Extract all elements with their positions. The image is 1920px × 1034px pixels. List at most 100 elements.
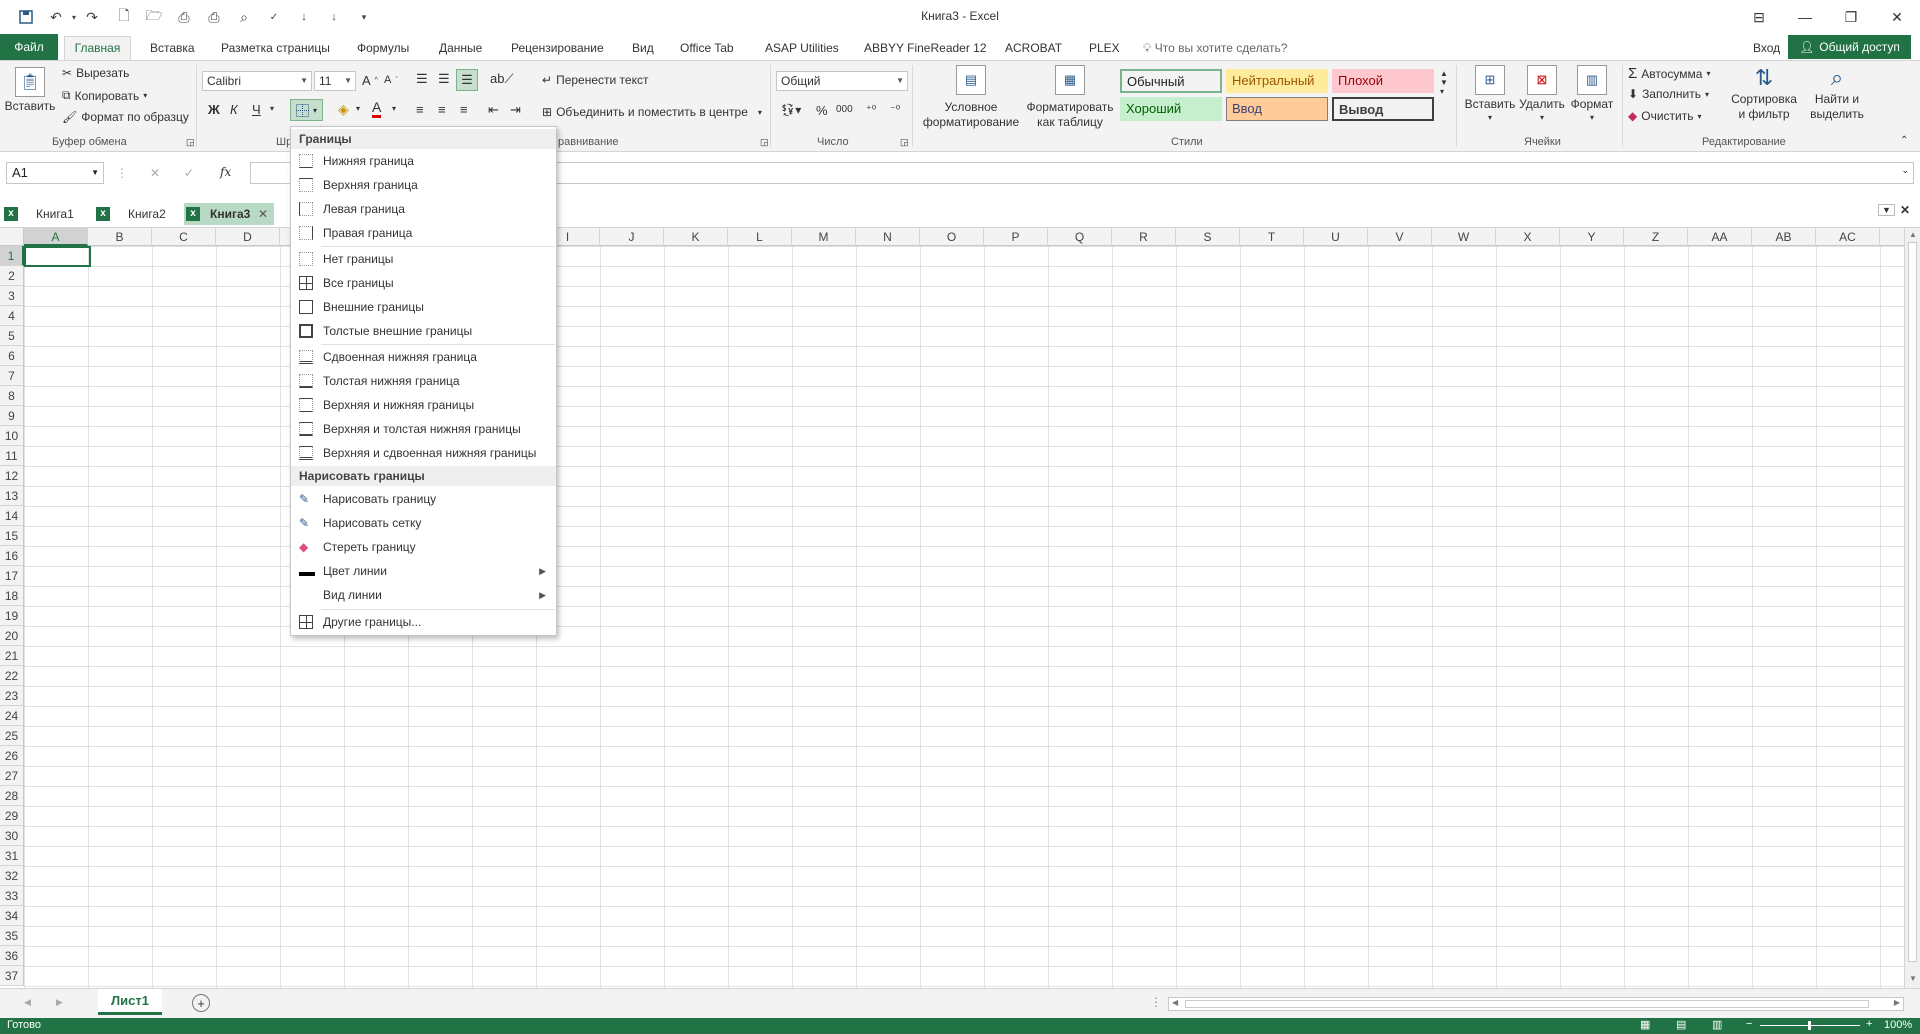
menu-item-line-style[interactable]: Вид линии ▶	[291, 583, 556, 607]
workbook-tab-active[interactable]: x Книга3 ✕	[184, 203, 274, 225]
workbook-tab[interactable]: x Книга2	[94, 203, 182, 225]
align-right-icon[interactable]: ≡	[460, 102, 468, 117]
column-header[interactable]: AC	[1816, 228, 1880, 246]
row-header[interactable]: 22	[0, 666, 24, 686]
row-header[interactable]: 17	[0, 566, 24, 586]
row-header[interactable]: 13	[0, 486, 24, 506]
column-header[interactable]: K	[664, 228, 728, 246]
insert-cells-button[interactable]: ⊞ Вставить ▾	[1465, 65, 1515, 122]
row-header[interactable]: 2	[0, 266, 24, 286]
column-header[interactable]: Q	[1048, 228, 1112, 246]
menu-item-double-bottom-border[interactable]: Сдвоенная нижняя граница	[291, 345, 556, 369]
tab-split-handle-icon[interactable]: ⋮	[1150, 995, 1162, 1009]
hscroll-thumb[interactable]	[1185, 1000, 1869, 1008]
workbook-tab[interactable]: x Книга1	[2, 203, 90, 225]
font-color-dropdown-icon[interactable]: ▾	[392, 104, 396, 113]
align-top-icon[interactable]: ☰	[416, 71, 428, 87]
column-header[interactable]: Y	[1560, 228, 1624, 246]
tab-data[interactable]: Данные	[437, 38, 484, 60]
select-all-corner[interactable]	[0, 228, 24, 246]
dialog-launcher-icon[interactable]: ◲	[760, 137, 769, 148]
thousands-button[interactable]: 000	[836, 104, 853, 115]
expand-formula-icon[interactable]: ⌄	[1901, 165, 1909, 176]
row-header[interactable]: 25	[0, 726, 24, 746]
column-header[interactable]: T	[1240, 228, 1304, 246]
row-header[interactable]: 26	[0, 746, 24, 766]
add-sheet-icon[interactable]: +	[192, 994, 210, 1012]
column-header[interactable]: N	[856, 228, 920, 246]
ribbon-display-icon[interactable]: ⊟	[1736, 4, 1782, 30]
menu-item-erase-border[interactable]: ◆ Стереть границу	[291, 535, 556, 559]
format-as-table-button[interactable]: ▦ Форматировать как таблицу	[1024, 65, 1116, 129]
increase-indent-icon[interactable]: ⇥	[510, 102, 521, 118]
menu-item-more-borders[interactable]: Другие границы...	[291, 610, 556, 634]
align-middle-icon[interactable]: ☰	[438, 71, 450, 87]
row-header[interactable]: 7	[0, 366, 24, 386]
row-header[interactable]: 15	[0, 526, 24, 546]
row-header[interactable]: 32	[0, 866, 24, 886]
column-header[interactable]: Z	[1624, 228, 1688, 246]
fill-color-icon[interactable]: ◈	[338, 101, 349, 118]
zoom-slider[interactable]	[1760, 1021, 1860, 1030]
prev-sheet-icon[interactable]: ◀	[24, 997, 31, 1008]
close-tab-icon[interactable]: ✕	[258, 203, 268, 225]
column-header[interactable]: O	[920, 228, 984, 246]
sheet-tab-active[interactable]: Лист1	[98, 989, 162, 1015]
wrap-text-button[interactable]: ↵ Перенести текст	[542, 73, 648, 87]
tab-formulas[interactable]: Формулы	[355, 38, 411, 60]
align-left-icon[interactable]: ≡	[416, 102, 424, 117]
align-center-icon[interactable]: ≡	[438, 102, 446, 117]
row-header[interactable]: 14	[0, 506, 24, 526]
row-header[interactable]: 19	[0, 606, 24, 626]
tab-abbyy[interactable]: ABBYY FineReader 12	[862, 38, 989, 60]
scroll-right-icon[interactable]: ▶	[1894, 998, 1900, 1007]
row-header[interactable]: 27	[0, 766, 24, 786]
orientation-icon[interactable]: ab⟋	[490, 71, 514, 87]
find-select-button[interactable]: ⌕ Найти и выделить	[1804, 65, 1870, 121]
vertical-scrollbar[interactable]: ▲ ▼	[1904, 228, 1920, 988]
style-output[interactable]: Вывод	[1332, 97, 1434, 121]
zoom-in-icon[interactable]: +	[1866, 1018, 1872, 1030]
tab-file[interactable]: Файл	[0, 34, 58, 60]
font-color-icon[interactable]: A	[372, 99, 382, 118]
currency-icon[interactable]: 💱︎▾	[780, 103, 801, 117]
menu-item-top-border[interactable]: Верхняя граница	[291, 173, 556, 197]
restore-icon[interactable]: ❐	[1828, 4, 1874, 30]
menu-item-all-borders[interactable]: Все границы	[291, 271, 556, 295]
bold-button[interactable]: Ж	[208, 102, 220, 117]
close-icon[interactable]: ✕	[1874, 4, 1920, 30]
page-break-view-icon[interactable]: ▥	[1712, 1018, 1722, 1031]
scroll-left-icon[interactable]: ◀	[1172, 998, 1178, 1007]
clear-button[interactable]: ◆ Очистить ▾	[1628, 109, 1702, 123]
style-neutral[interactable]: Нейтральный	[1226, 69, 1328, 93]
fill-color-dropdown-icon[interactable]: ▾	[356, 104, 360, 113]
menu-item-top-thick-bottom-border[interactable]: Верхняя и толстая нижняя границы	[291, 417, 556, 441]
row-header[interactable]: 9	[0, 406, 24, 426]
tab-insert[interactable]: Вставка	[148, 38, 197, 60]
row-header[interactable]: 21	[0, 646, 24, 666]
scroll-up-icon[interactable]: ▲	[1909, 230, 1917, 239]
style-normal[interactable]: Обычный	[1120, 69, 1222, 93]
normal-view-icon[interactable]: ▦	[1640, 1018, 1650, 1031]
paste-button[interactable]: 📋︎ Вставить	[5, 67, 55, 113]
increase-decimal-icon[interactable]: ⁺⁰	[866, 103, 876, 116]
zoom-slider-thumb[interactable]	[1808, 1021, 1811, 1030]
share-button[interactable]: 👤︎ Общий доступ	[1788, 35, 1911, 59]
minimize-icon[interactable]: —	[1782, 4, 1828, 30]
active-cell-a1[interactable]	[24, 246, 91, 267]
column-header[interactable]: P	[984, 228, 1048, 246]
zoom-out-icon[interactable]: −	[1746, 1018, 1752, 1030]
merge-center-button[interactable]: ⊞ Объединить и поместить в центре ▾	[542, 105, 762, 119]
autosum-button[interactable]: Σ Автосумма ▾	[1628, 65, 1711, 82]
row-header[interactable]: 3	[0, 286, 24, 306]
row-header[interactable]: 29	[0, 806, 24, 826]
tab-view[interactable]: Вид	[630, 38, 656, 60]
conditional-formatting-button[interactable]: ▤ Условное форматирование	[923, 65, 1019, 129]
number-format-select[interactable]: Общий ▼	[776, 71, 908, 91]
menu-item-top-double-bottom-border[interactable]: Верхняя и сдвоенная нижняя границы	[291, 441, 556, 465]
row-header[interactable]: 34	[0, 906, 24, 926]
menu-item-left-border[interactable]: Левая граница	[291, 197, 556, 221]
cut-button[interactable]: ✂ Вырезать	[62, 66, 129, 80]
confirm-entry-icon[interactable]: ✓	[184, 166, 194, 180]
styles-scroll[interactable]: ▲ ▼ ▾	[1440, 69, 1448, 96]
